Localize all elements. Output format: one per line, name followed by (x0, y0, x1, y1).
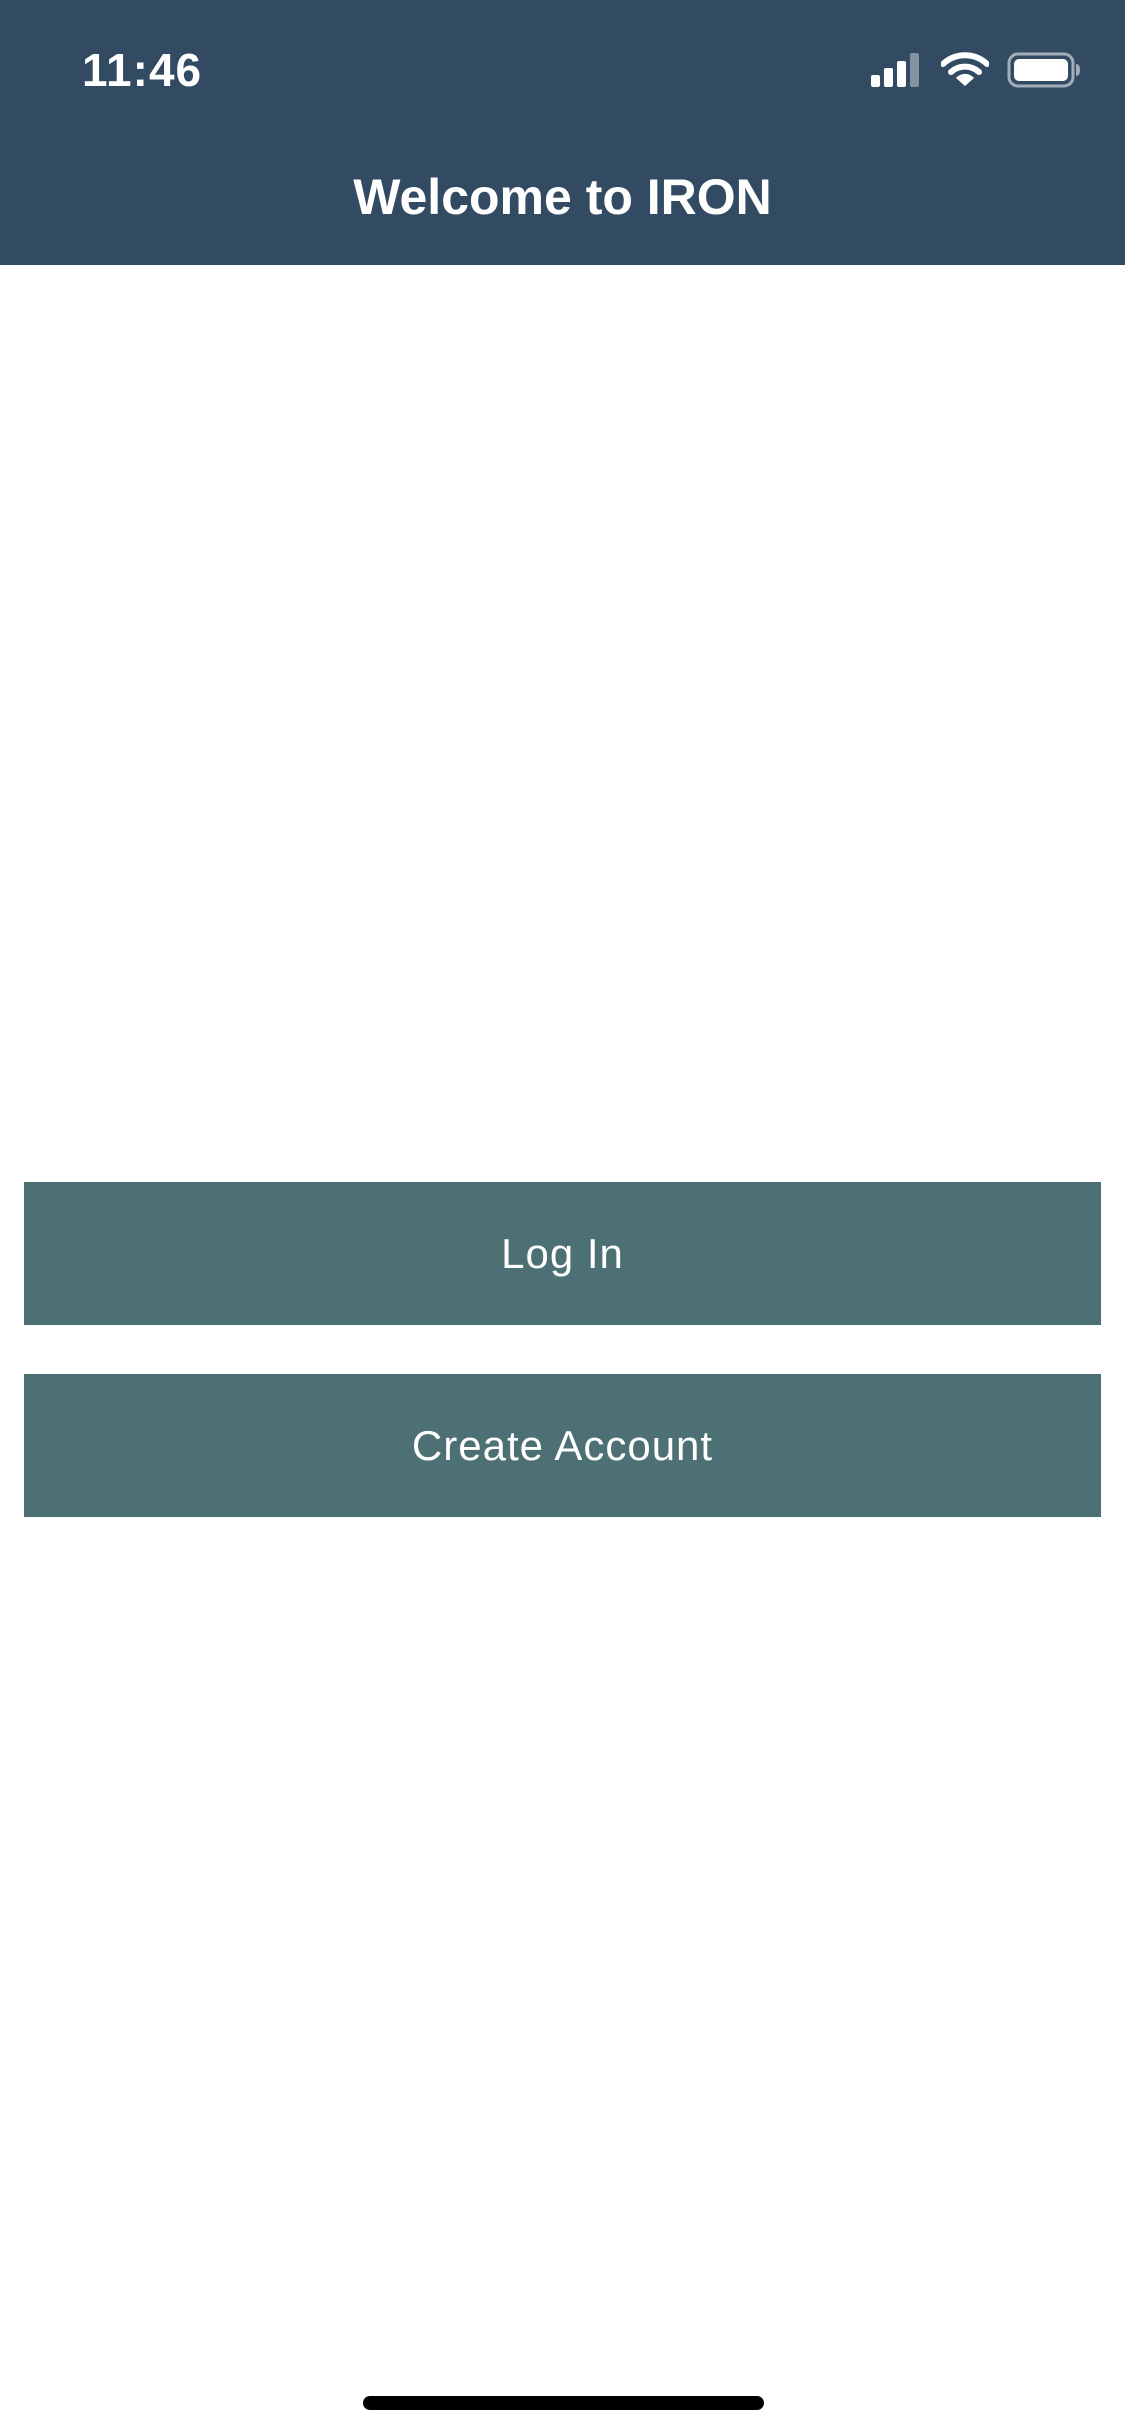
status-icons (853, 48, 1081, 92)
home-indicator[interactable] (363, 2396, 764, 2410)
create-account-button[interactable]: Create Account (24, 1374, 1101, 1517)
log-in-button[interactable]: Log In (24, 1182, 1101, 1325)
wifi-icon (941, 52, 989, 86)
app-header: 11:46 Welcome to IRON (0, 0, 1125, 265)
status-time: 11:46 (82, 44, 203, 96)
page-title: Welcome to IRON (353, 169, 772, 225)
battery-icon (1007, 52, 1080, 88)
cellular-signal-icon (871, 53, 919, 87)
